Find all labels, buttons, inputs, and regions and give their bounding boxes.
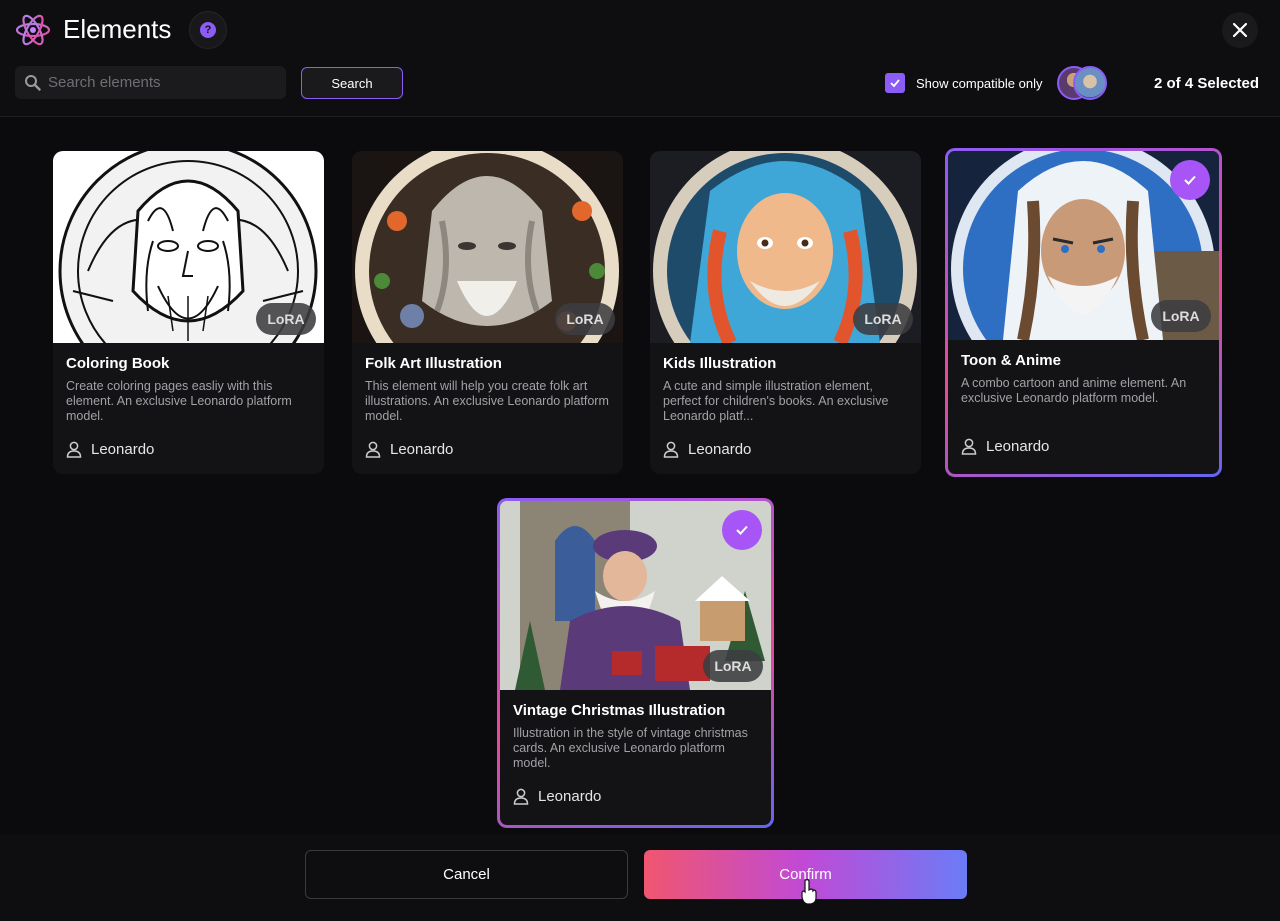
card-author: Leonardo — [513, 788, 601, 805]
search-button[interactable]: Search — [301, 67, 403, 99]
user-icon — [66, 441, 82, 458]
author-name: Leonardo — [986, 438, 1050, 455]
selected-count: 2 of 4 Selected — [1154, 75, 1260, 92]
card-description: Illustration in the style of vintage chr… — [513, 726, 748, 770]
card-thumbnail: LoRA — [53, 151, 324, 343]
element-card-coloring-book[interactable]: LoRA Coloring Book Create coloring pages… — [53, 151, 324, 474]
page-title: Elements — [63, 14, 172, 44]
lora-badge: LoRA — [1151, 300, 1211, 332]
close-button[interactable] — [1222, 12, 1258, 48]
card-title: Toon & Anime — [961, 352, 1061, 369]
close-icon — [1232, 22, 1248, 38]
element-card-kids-illustration[interactable]: LoRA Kids Illustration A cute and simple… — [650, 151, 921, 474]
author-name: Leonardo — [538, 788, 602, 805]
card-thumbnail: LoRA — [948, 151, 1219, 340]
card-author: Leonardo — [66, 441, 154, 458]
card-author: Leonardo — [663, 441, 751, 458]
card-thumbnail: LoRA — [352, 151, 623, 343]
search-input[interactable] — [48, 66, 278, 99]
author-name: Leonardo — [688, 441, 752, 458]
element-card-toon-anime[interactable]: LoRA Toon & Anime A combo cartoon and an… — [945, 148, 1222, 477]
cursor-hand-icon — [801, 879, 817, 905]
card-title: Kids Illustration — [663, 355, 777, 372]
card-thumbnail: LoRA — [650, 151, 921, 343]
card-thumbnail: LoRA — [500, 501, 771, 690]
compatible-label: Show compatible only — [916, 75, 1043, 91]
card-title: Coloring Book — [66, 355, 170, 372]
selected-check-icon[interactable] — [722, 510, 762, 550]
compatible-filter[interactable]: Show compatible only — [885, 73, 1042, 93]
author-name: Leonardo — [91, 441, 155, 458]
card-title: Folk Art Illustration — [365, 355, 502, 372]
author-name: Leonardo — [390, 441, 454, 458]
checkbox-check-icon — [890, 79, 900, 88]
modal-footer — [0, 834, 1280, 921]
card-description: A cute and simple illustration element, … — [663, 379, 889, 423]
user-icon — [513, 788, 529, 805]
lora-badge: LoRA — [703, 650, 763, 682]
lora-badge: LoRA — [555, 303, 615, 335]
card-author: Leonardo — [365, 441, 453, 458]
card-description: Create coloring pages easliy with this e… — [66, 379, 292, 423]
lora-badge: LoRA — [853, 303, 913, 335]
user-icon — [663, 441, 679, 458]
card-title: Vintage Christmas Illustration — [513, 702, 726, 719]
modal-header: Elements ? Search Show compatible only 2… — [0, 0, 1280, 117]
avatar — [1073, 66, 1107, 100]
search-field[interactable] — [15, 66, 286, 99]
lora-badge: LoRA — [256, 303, 316, 335]
search-icon — [25, 75, 41, 91]
cancel-button[interactable]: Cancel — [305, 850, 628, 899]
user-icon — [365, 441, 381, 458]
help-icon: ? — [200, 22, 216, 38]
element-card-vintage-christmas[interactable]: LoRA Vintage Christmas Illustration Illu… — [497, 498, 774, 828]
help-button[interactable]: ? — [189, 11, 227, 49]
card-author: Leonardo — [961, 438, 1049, 455]
selected-check-icon[interactable] — [1170, 160, 1210, 200]
selected-avatars[interactable] — [1057, 66, 1109, 100]
element-card-folk-art[interactable]: LoRA Folk Art Illustration This element … — [352, 151, 623, 474]
card-description: This element will help you create folk a… — [365, 379, 609, 423]
user-icon — [961, 438, 977, 455]
compatible-checkbox[interactable] — [885, 73, 905, 93]
card-description: A combo cartoon and anime element. An ex… — [961, 376, 1187, 405]
atom-logo-icon — [15, 12, 51, 48]
